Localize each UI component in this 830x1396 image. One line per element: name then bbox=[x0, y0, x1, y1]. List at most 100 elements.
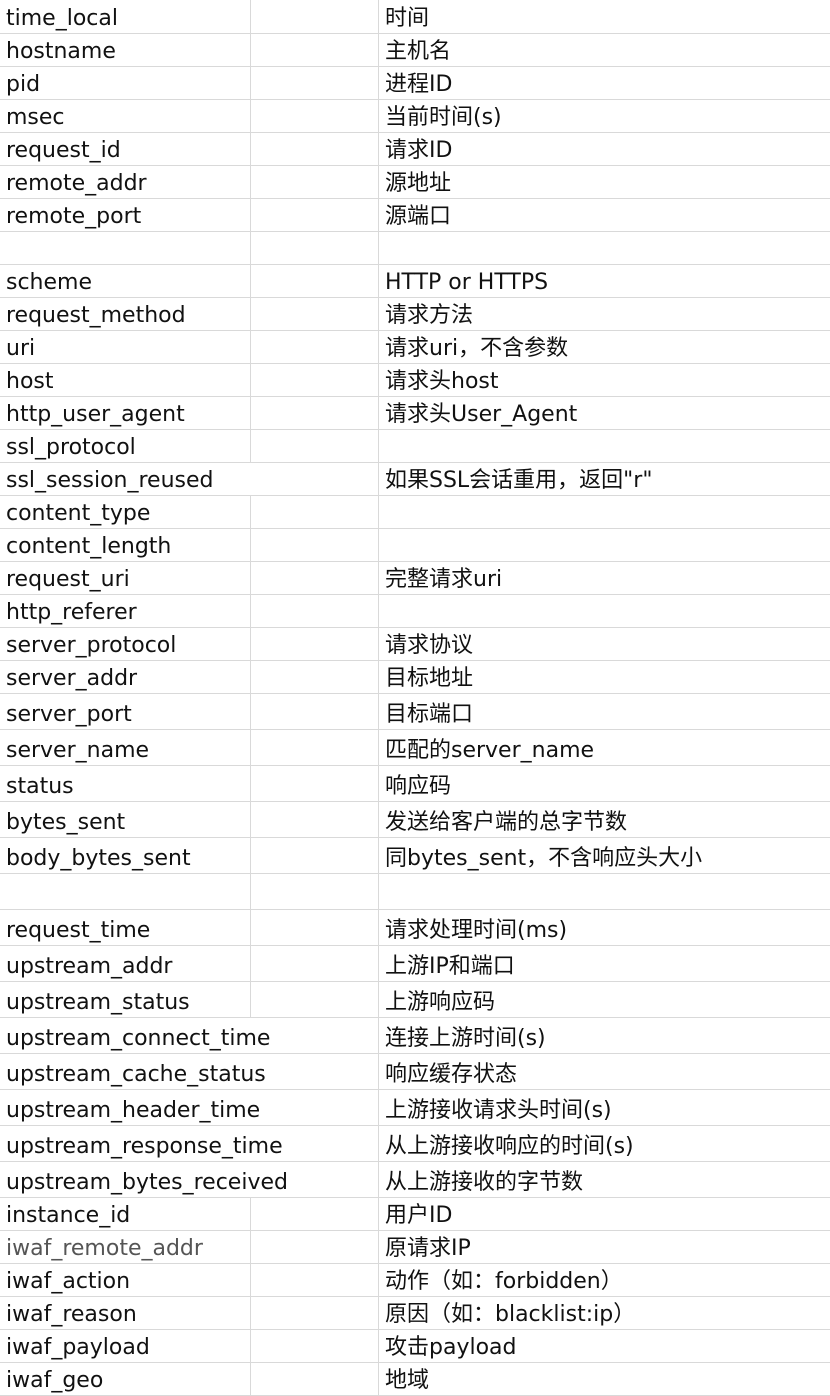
empty-cell[interactable] bbox=[251, 397, 379, 429]
empty-cell[interactable] bbox=[251, 694, 379, 729]
field-cell[interactable]: body_bytes_sent bbox=[0, 838, 251, 873]
description-cell[interactable] bbox=[379, 529, 830, 561]
description-cell[interactable]: 匹配的server_name bbox=[379, 730, 830, 765]
field-cell[interactable]: hostname bbox=[0, 34, 251, 66]
empty-cell[interactable] bbox=[251, 1330, 379, 1362]
description-cell[interactable]: 请求头host bbox=[379, 364, 830, 396]
field-cell[interactable]: scheme bbox=[0, 265, 251, 297]
field-cell[interactable]: http_user_agent bbox=[0, 397, 251, 429]
description-cell[interactable] bbox=[379, 430, 830, 462]
empty-cell[interactable] bbox=[251, 1363, 379, 1395]
empty-cell[interactable] bbox=[251, 496, 379, 528]
empty-cell[interactable] bbox=[251, 628, 379, 660]
description-cell[interactable]: 请求ID bbox=[379, 133, 830, 165]
field-cell[interactable]: server_name bbox=[0, 730, 251, 765]
description-cell[interactable]: 当前时间(s) bbox=[379, 100, 830, 132]
empty-cell[interactable] bbox=[251, 1198, 379, 1230]
description-cell[interactable] bbox=[379, 496, 830, 528]
field-cell[interactable]: remote_port bbox=[0, 199, 251, 231]
description-cell[interactable] bbox=[379, 232, 830, 264]
description-cell[interactable]: 从上游接收的字节数 bbox=[379, 1162, 830, 1197]
empty-cell[interactable] bbox=[251, 1054, 379, 1089]
field-cell[interactable]: content_length bbox=[0, 529, 251, 561]
empty-cell[interactable] bbox=[251, 298, 379, 330]
empty-cell[interactable] bbox=[251, 34, 379, 66]
empty-cell[interactable] bbox=[251, 430, 379, 462]
empty-cell[interactable] bbox=[251, 910, 379, 945]
field-cell[interactable]: content_type bbox=[0, 496, 251, 528]
field-cell[interactable]: time_local bbox=[0, 0, 251, 33]
description-cell[interactable]: 请求处理时间(ms) bbox=[379, 910, 830, 945]
empty-cell[interactable] bbox=[251, 838, 379, 873]
field-cell[interactable]: upstream_cache_status bbox=[0, 1054, 266, 1089]
description-cell[interactable]: 连接上游时间(s) bbox=[379, 1018, 830, 1053]
description-cell[interactable]: 上游接收请求头时间(s) bbox=[379, 1090, 830, 1125]
description-cell[interactable]: 请求协议 bbox=[379, 628, 830, 660]
description-cell[interactable]: 发送给客户端的总字节数 bbox=[379, 802, 830, 837]
field-cell[interactable]: uri bbox=[0, 331, 251, 363]
field-cell[interactable]: iwaf_remote_addr bbox=[0, 1231, 251, 1263]
empty-cell[interactable] bbox=[251, 562, 379, 594]
empty-cell[interactable] bbox=[251, 166, 379, 198]
empty-cell[interactable] bbox=[251, 1297, 379, 1329]
empty-cell[interactable] bbox=[251, 265, 379, 297]
empty-cell[interactable] bbox=[251, 463, 379, 495]
field-cell[interactable]: upstream_addr bbox=[0, 946, 251, 981]
description-cell[interactable]: 响应缓存状态 bbox=[379, 1054, 830, 1089]
field-cell[interactable]: upstream_connect_time bbox=[0, 1018, 270, 1053]
empty-cell[interactable] bbox=[251, 595, 379, 627]
description-cell[interactable]: 上游响应码 bbox=[379, 982, 830, 1017]
empty-cell[interactable] bbox=[251, 982, 379, 1017]
field-cell[interactable]: iwaf_action bbox=[0, 1264, 251, 1296]
empty-cell[interactable] bbox=[251, 946, 379, 981]
description-cell[interactable]: 用户ID bbox=[379, 1198, 830, 1230]
description-cell[interactable]: 上游IP和端口 bbox=[379, 946, 830, 981]
field-cell[interactable]: server_protocol bbox=[0, 628, 251, 660]
field-cell[interactable]: msec bbox=[0, 100, 251, 132]
empty-cell[interactable] bbox=[251, 67, 379, 99]
empty-cell[interactable] bbox=[251, 529, 379, 561]
empty-cell[interactable] bbox=[251, 802, 379, 837]
empty-cell[interactable] bbox=[251, 100, 379, 132]
description-cell[interactable]: 原请求IP bbox=[379, 1231, 830, 1263]
empty-cell[interactable] bbox=[251, 232, 379, 264]
field-cell[interactable]: request_method bbox=[0, 298, 251, 330]
empty-cell[interactable] bbox=[251, 1126, 379, 1161]
description-cell[interactable]: 响应码 bbox=[379, 766, 830, 801]
field-cell[interactable]: pid bbox=[0, 67, 251, 99]
field-cell[interactable]: instance_id bbox=[0, 1198, 251, 1230]
description-cell[interactable]: 原因（如：blacklist:ip） bbox=[379, 1297, 830, 1329]
empty-cell[interactable] bbox=[251, 133, 379, 165]
description-cell[interactable]: 请求uri，不含参数 bbox=[379, 331, 830, 363]
description-cell[interactable]: 攻击payload bbox=[379, 1330, 830, 1362]
empty-cell[interactable] bbox=[251, 1264, 379, 1296]
field-cell[interactable]: iwaf_reason bbox=[0, 1297, 251, 1329]
description-cell[interactable]: 动作（如：forbidden） bbox=[379, 1264, 830, 1296]
field-cell[interactable]: upstream_header_time bbox=[0, 1090, 260, 1125]
empty-cell[interactable] bbox=[251, 1231, 379, 1263]
empty-cell[interactable] bbox=[251, 730, 379, 765]
field-cell[interactable] bbox=[0, 232, 251, 264]
empty-cell[interactable] bbox=[251, 331, 379, 363]
empty-cell[interactable] bbox=[251, 874, 379, 909]
description-cell[interactable]: 源地址 bbox=[379, 166, 830, 198]
description-cell[interactable]: 目标地址 bbox=[379, 661, 830, 693]
field-cell[interactable]: ssl_protocol bbox=[0, 430, 251, 462]
description-cell[interactable]: 时间 bbox=[379, 0, 830, 33]
description-cell[interactable]: 从上游接收响应的时间(s) bbox=[379, 1126, 830, 1161]
description-cell[interactable]: HTTP or HTTPS bbox=[379, 265, 830, 297]
empty-cell[interactable] bbox=[251, 1162, 379, 1197]
description-cell[interactable]: 主机名 bbox=[379, 34, 830, 66]
field-cell[interactable]: status bbox=[0, 766, 251, 801]
field-cell[interactable]: host bbox=[0, 364, 251, 396]
description-cell[interactable]: 如果SSL会话重用，返回"r" bbox=[379, 463, 830, 495]
field-cell[interactable] bbox=[0, 874, 251, 909]
field-cell[interactable]: request_uri bbox=[0, 562, 251, 594]
empty-cell[interactable] bbox=[251, 364, 379, 396]
description-cell[interactable] bbox=[379, 595, 830, 627]
empty-cell[interactable] bbox=[251, 1018, 379, 1053]
field-cell[interactable]: ssl_session_reused bbox=[0, 463, 251, 495]
field-cell[interactable]: server_port bbox=[0, 694, 251, 729]
field-cell[interactable]: http_referer bbox=[0, 595, 251, 627]
field-cell[interactable]: upstream_response_time bbox=[0, 1126, 283, 1161]
